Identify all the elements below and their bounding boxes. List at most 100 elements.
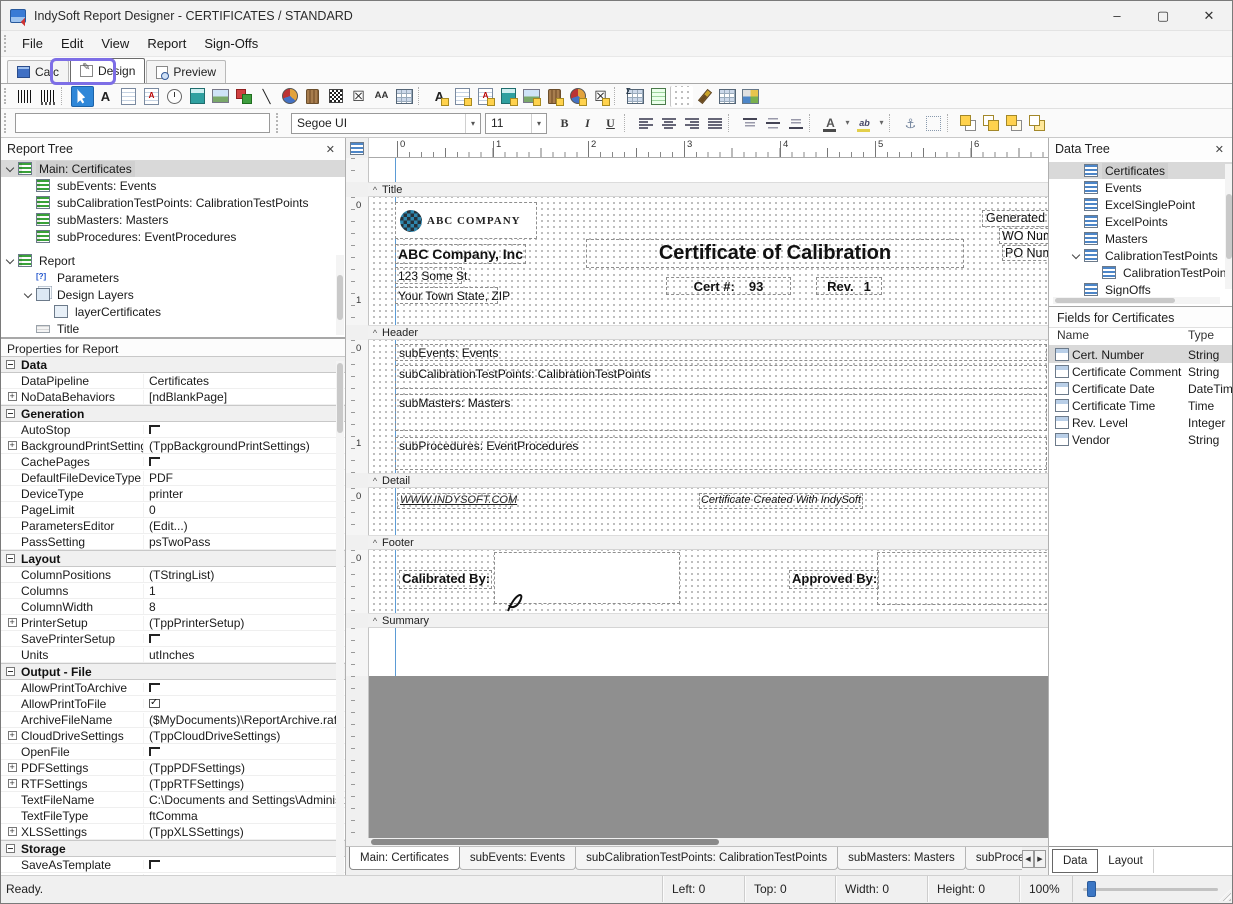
property-row[interactable]: PageLimit 0 (1, 502, 345, 518)
barcode-2d-tool-icon[interactable] (36, 86, 59, 107)
report-tree-scrollbar[interactable] (336, 255, 344, 335)
band-title-header[interactable]: ^ Title (368, 182, 1048, 197)
table-tool-icon[interactable] (393, 86, 416, 107)
generated-label[interactable]: Generated (982, 210, 1048, 227)
checkbox-tool-icon[interactable]: ☒ (347, 86, 370, 107)
property-row[interactable]: RTFSettings (TppRTFSettings) (1, 776, 345, 792)
company-logo[interactable]: ABC COMPANY (395, 202, 537, 239)
property-value[interactable]: psTwoPass (143, 535, 345, 549)
align-left-icon[interactable] (634, 113, 657, 134)
anchor-icon[interactable]: ⚓ (899, 113, 922, 134)
toolbar-separator[interactable] (418, 87, 426, 105)
page-style-tool-icon[interactable] (670, 86, 693, 107)
header-band-page[interactable]: subEvents: Events subCalibrationTestPoin… (368, 340, 1048, 473)
property-row[interactable]: PrinterSetup (TppPrinterSetup) (1, 615, 345, 631)
band-collapse-icon[interactable]: ^ (368, 328, 382, 338)
property-row[interactable]: AutoStop (1, 422, 345, 438)
subreport-calibration-testpoints[interactable]: subCalibrationTestPoints: CalibrationTes… (395, 365, 1047, 389)
tree-item[interactable]: subMasters: Masters (1, 211, 345, 228)
cert-number-field[interactable]: Cert #: 93 (666, 277, 791, 295)
highlight-color-icon[interactable]: ab (853, 113, 876, 134)
collapse-icon[interactable] (6, 554, 15, 563)
calibrated-by-label[interactable]: Calibrated By: (399, 570, 492, 589)
toolbar-separator[interactable] (947, 114, 955, 132)
property-value[interactable] (143, 683, 345, 692)
property-value[interactable]: Certificates (143, 374, 345, 388)
bold-icon[interactable]: B (553, 113, 576, 134)
db-image-tool-icon[interactable] (520, 86, 543, 107)
band-collapse-icon[interactable]: ^ (368, 616, 382, 626)
title-band-page[interactable]: ABC COMPANY ABC Company, Inc 123 Some St… (368, 197, 1048, 325)
barcode-tool-icon[interactable] (13, 86, 36, 107)
property-row[interactable]: DataPipeline Certificates (1, 373, 345, 389)
properties-scrollbar[interactable] (336, 361, 344, 875)
band-tab[interactable]: Main: Certificates (349, 847, 460, 870)
tree-item[interactable]: Masters (1049, 230, 1233, 247)
field-row[interactable]: Vendor String (1049, 431, 1233, 448)
canvas-scroll-area[interactable]: ^ Title 01 ABC COMPANY ABC Company, Inc … (346, 158, 1048, 838)
datetime-tool-icon[interactable] (163, 86, 186, 107)
property-group-header[interactable]: Layout (1, 550, 345, 567)
tree-item[interactable]: Events (1049, 179, 1233, 196)
property-row[interactable]: AllowPrintToFile (1, 696, 345, 712)
side-tab[interactable]: Layout (1098, 849, 1154, 873)
band-tab[interactable]: subProcedures: EventProcedures (965, 847, 1022, 870)
expand-icon[interactable] (8, 763, 17, 772)
property-value[interactable]: 1 (143, 584, 345, 598)
chart-tool-icon[interactable] (278, 86, 301, 107)
maximize-button[interactable]: ▢ (1140, 1, 1186, 30)
view-tab[interactable]: Calc (7, 60, 69, 83)
property-row[interactable]: CloudDriveSettings (TppCloudDriveSetting… (1, 728, 345, 744)
toolbar-separator[interactable] (889, 114, 897, 132)
property-row[interactable]: SaveAsTemplate (1, 857, 345, 873)
tree-item[interactable]: Main: Certificates (1, 160, 345, 177)
toolbar-grip[interactable] (4, 35, 9, 53)
zoom-slider[interactable] (1072, 876, 1232, 902)
format-painter-tool-icon[interactable] (693, 86, 716, 107)
db-richtext-tool-icon[interactable]: A (474, 86, 497, 107)
property-value[interactable]: 0 (143, 503, 345, 517)
subreport-tool-icon[interactable] (647, 86, 670, 107)
menu-item[interactable]: Sign-Offs (195, 31, 267, 56)
band-header-header[interactable]: ^ Header (368, 325, 1048, 340)
border-icon[interactable] (922, 113, 945, 134)
expand-icon[interactable] (8, 731, 17, 740)
db-barcode-tool-icon[interactable] (543, 86, 566, 107)
calc-tool-icon[interactable] (186, 86, 209, 107)
subreport-procedures[interactable]: subProcedures: EventProcedures (395, 437, 1047, 470)
db-chart-tool-icon[interactable] (566, 86, 589, 107)
property-value[interactable]: (TppPDFSettings) (143, 761, 345, 775)
property-value[interactable]: (TppCloudDriveSettings) (143, 729, 345, 743)
view-tab[interactable]: Design (70, 58, 145, 83)
tree-item[interactable]: Report (1, 252, 345, 269)
valign-bottom-icon[interactable] (784, 113, 807, 134)
property-row[interactable]: PDFSettings (TppPDFSettings) (1, 760, 345, 776)
property-row[interactable]: ArchiveFileName ($MyDocuments)\ReportArc… (1, 712, 345, 728)
toolbar-separator[interactable] (614, 87, 622, 105)
property-row[interactable]: DefaultFileDeviceType PDF (1, 470, 345, 486)
checkbox[interactable] (149, 699, 160, 708)
property-value[interactable]: ($MyDocuments)\ReportArchive.raf (143, 713, 345, 727)
close-icon[interactable]: ✕ (322, 143, 339, 156)
view-tab[interactable]: Preview (146, 60, 226, 83)
close-icon[interactable]: ✕ (1211, 143, 1228, 156)
detail-band-page[interactable]: WWW.INDYSOFT.COM Certificate Created Wit… (368, 488, 1048, 535)
property-value[interactable]: C:\Documents and Settings\Administr (143, 793, 345, 807)
property-row[interactable]: ColumnWidth 8 (1, 599, 345, 615)
property-value[interactable]: (TppRTFSettings) (143, 777, 345, 791)
property-row[interactable]: SavePrinterSetup (1, 631, 345, 647)
property-row[interactable]: XLSSettings (TppXLSSettings) (1, 824, 345, 840)
field-row[interactable]: Cert. Number String (1049, 346, 1233, 363)
property-group-header[interactable]: Storage (1, 840, 345, 857)
property-value[interactable]: (TppXLSSettings) (143, 825, 345, 839)
tree-item[interactable]: Parameters (1, 269, 345, 286)
property-value[interactable]: (TppPrinterSetup) (143, 616, 345, 630)
chevron-down-icon[interactable] (4, 255, 16, 267)
property-value[interactable]: [ndBlankPage] (143, 390, 345, 404)
db-calc-tool-icon[interactable] (497, 86, 520, 107)
approved-signature-box[interactable] (877, 552, 1048, 605)
property-value[interactable]: (TStringList) (143, 568, 345, 582)
zoom-slider-thumb[interactable] (1087, 881, 1096, 897)
property-value[interactable]: PDF (143, 471, 345, 485)
company-name-label[interactable]: ABC Company, Inc (395, 244, 526, 264)
